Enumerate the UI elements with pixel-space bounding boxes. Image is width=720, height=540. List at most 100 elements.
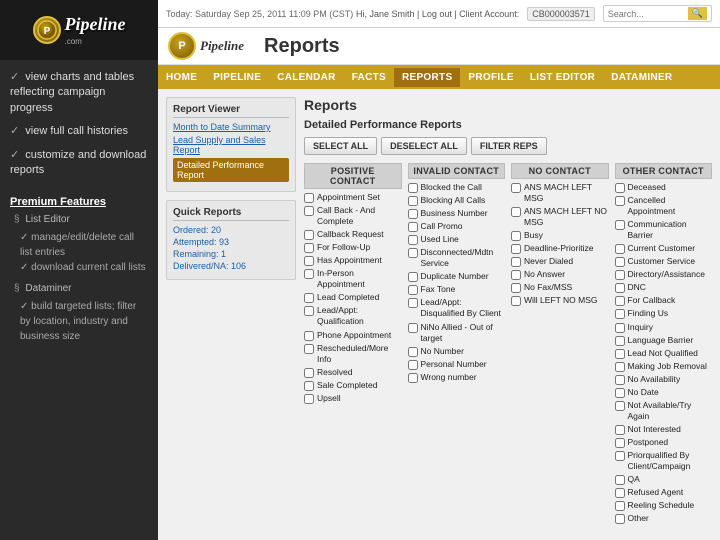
checkbox[interactable] [615,349,625,359]
checkbox[interactable] [615,323,625,333]
checkbox-label: For Follow-Up [317,242,370,253]
link-lead-supply[interactable]: Lead Supply and Sales Report [173,135,289,155]
checkbox[interactable] [615,309,625,319]
checkbox[interactable] [408,285,418,295]
checkbox-item: Customer Service [615,256,713,267]
checkbox-item: Blocked the Call [408,182,506,193]
checkbox-item: Sale Completed [304,380,402,391]
search-button[interactable]: 🔍 [688,7,707,20]
checkbox[interactable] [408,248,418,258]
checkbox-label: Blocking All Calls [421,195,486,206]
checkbox[interactable] [408,323,418,333]
checkbox[interactable] [304,230,314,240]
col-header-positive: POSITIVE CONTACT [304,163,402,189]
checkbox[interactable] [408,360,418,370]
checkbox-label: Lead/Appt: Qualification [317,305,402,327]
search-input[interactable] [608,9,688,19]
nav-pipeline[interactable]: PIPELINE [205,68,269,87]
main-logo-icon: P [168,32,196,60]
checkbox-item: Disconnected/Mdtn Service [408,247,506,269]
checkbox[interactable] [304,269,314,279]
checkbox[interactable] [511,270,521,280]
checkbox[interactable] [304,394,314,404]
sidebar-logo: P Pipeline .com [0,0,158,60]
nav-home[interactable]: HOME [158,68,205,87]
checkbox[interactable] [615,501,625,511]
checkbox[interactable] [615,425,625,435]
checkbox[interactable] [511,296,521,306]
checkbox[interactable] [304,206,314,216]
checkbox[interactable] [408,272,418,282]
checkbox[interactable] [615,244,625,254]
checkbox[interactable] [615,514,625,524]
list-editor-detail-2: ✓ download current call lists [20,260,148,275]
nav-reports[interactable]: REPORTS [394,68,460,87]
nav-facts[interactable]: FACTS [344,68,394,87]
svg-text:P: P [43,26,50,37]
checkbox[interactable] [304,243,314,253]
checkbox[interactable] [408,298,418,308]
checkbox[interactable] [408,222,418,232]
checkbox[interactable] [304,344,314,354]
checkbox[interactable] [408,196,418,206]
checkbox[interactable] [304,293,314,303]
search-box[interactable]: 🔍 [603,5,712,22]
logo-icon: P [33,16,61,44]
checkbox[interactable] [615,438,625,448]
checkbox[interactable] [408,347,418,357]
nav-calendar[interactable]: CALENDAR [269,68,344,87]
checkbox-item: Lead Not Qualified [615,348,713,359]
checkbox[interactable] [304,331,314,341]
checkbox-label: Directory/Assistance [628,269,705,280]
checkbox[interactable] [615,183,625,193]
checkbox[interactable] [408,373,418,383]
stat-ordered: Ordered: 20 [173,225,289,235]
filter-reps-button[interactable]: FILTER REPS [471,137,547,155]
checkbox-label: Inquiry [628,322,654,333]
deselect-all-button[interactable]: DESELECT ALL [381,137,467,155]
checkbox[interactable] [408,209,418,219]
link-month-date[interactable]: Month to Date Summary [173,122,289,132]
checkbox[interactable] [615,257,625,267]
checkbox-label: Upsell [317,393,341,404]
checkbox[interactable] [511,257,521,267]
right-panel: Reports Detailed Performance Reports SEL… [304,97,712,532]
checkbox[interactable] [304,381,314,391]
checkbox[interactable] [615,196,625,206]
sidebar-dataminer: § Dataminer [14,283,148,294]
navbar: HOME PIPELINE CALENDAR FACTS REPORTS PRO… [158,65,720,89]
checkbox[interactable] [615,283,625,293]
sidebar-item-charts: ✓ view charts and tables reflecting camp… [10,70,148,116]
checkbox[interactable] [615,388,625,398]
link-detailed[interactable]: Detailed Performance Report [173,158,289,182]
checkbox[interactable] [615,362,625,372]
checkbox[interactable] [511,231,521,241]
checkbox[interactable] [304,193,314,203]
checkbox[interactable] [615,401,625,411]
checkbox[interactable] [615,451,625,461]
checkbox[interactable] [615,475,625,485]
checkbox[interactable] [408,235,418,245]
checkbox[interactable] [304,368,314,378]
checkbox[interactable] [511,283,521,293]
check-icon-3: ✓ [10,149,19,161]
checkbox-label: NiNo Allied - Out of target [421,322,506,344]
checkbox[interactable] [615,488,625,498]
select-all-button[interactable]: SELECT ALL [304,137,377,155]
checkbox[interactable] [511,244,521,254]
checkbox[interactable] [615,220,625,230]
checkbox[interactable] [511,207,521,217]
checkbox-label: Rescheduled/More Info [317,343,402,365]
nav-dataminer[interactable]: DATAMINER [603,68,680,87]
checkbox[interactable] [304,256,314,266]
checkbox[interactable] [615,336,625,346]
checkbox-item: Current Customer [615,243,713,254]
checkbox[interactable] [511,183,521,193]
checkbox[interactable] [304,306,314,316]
checkbox[interactable] [615,270,625,280]
checkbox[interactable] [615,296,625,306]
nav-list-editor[interactable]: LIST EDITOR [522,68,603,87]
checkbox[interactable] [615,375,625,385]
checkbox[interactable] [408,183,418,193]
nav-profile[interactable]: PROFILE [460,68,521,87]
